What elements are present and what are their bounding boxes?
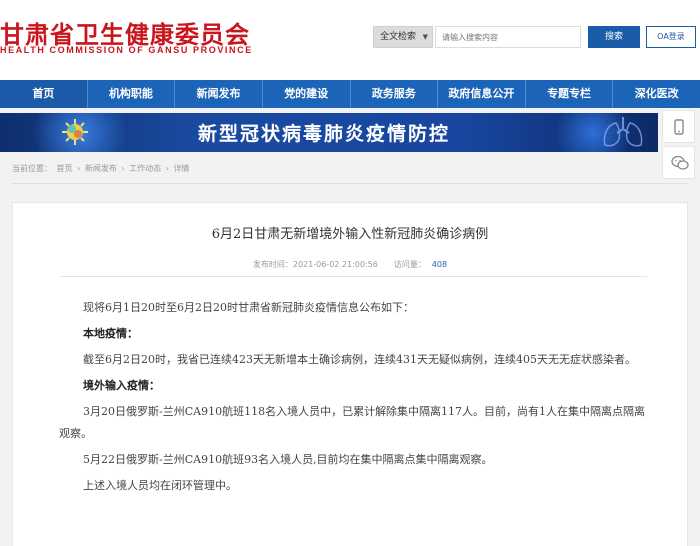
nav-item-news[interactable]: 新闻发布 bbox=[175, 80, 263, 108]
breadcrumb-separator: › bbox=[121, 164, 125, 173]
breadcrumb-separator: › bbox=[165, 164, 169, 173]
mobile-version-button[interactable] bbox=[662, 110, 695, 143]
nav-item-functions[interactable]: 机构职能 bbox=[88, 80, 176, 108]
wechat-icon bbox=[671, 155, 689, 170]
caret-down-icon: ▼ bbox=[422, 33, 428, 41]
article-paragraph: 现将6月1日20时至6月2日20时甘肃省新冠肺炎疫情信息公布如下： bbox=[83, 301, 414, 314]
article-paragraph: 上述入境人员均在闭环管理中。 bbox=[83, 479, 237, 492]
oa-login-button[interactable]: OA登录 bbox=[646, 26, 696, 48]
breadcrumb-news[interactable]: 新闻发布 bbox=[85, 164, 117, 173]
banner-title: 新型冠状病毒肺炎疫情防控 bbox=[198, 123, 451, 145]
search-scope-label: 全文检索 bbox=[380, 32, 417, 42]
nav-item-party[interactable]: 党的建设 bbox=[263, 80, 351, 108]
article-body: 现将6月1日20时至6月2日20时甘肃省新冠肺炎疫情信息公布如下： 本地疫情： … bbox=[59, 297, 649, 501]
article-paragraph: 截至6月2日20时，我省已连续423天无新增本土确诊病例，连续431天无疑似病例… bbox=[83, 353, 636, 366]
section-heading-local: 本地疫情： bbox=[83, 327, 138, 340]
publish-time-label: 发布时间： bbox=[252, 260, 293, 269]
article-title: 6月2日甘肃无新增境外输入性新冠肺炎确诊病例 bbox=[211, 227, 489, 242]
section-heading-imported: 境外输入疫情： bbox=[83, 379, 160, 392]
virus-icon bbox=[62, 119, 88, 145]
meta-divider bbox=[61, 276, 647, 277]
search-input[interactable] bbox=[435, 26, 581, 48]
nav-item-services[interactable]: 政务服务 bbox=[351, 80, 439, 108]
lungs-icon bbox=[603, 117, 643, 147]
breadcrumb-current: 详情 bbox=[173, 164, 190, 173]
breadcrumb: 当前位置： 首页 › 新闻发布 › 工作动态 › 详情 bbox=[12, 163, 191, 174]
mobile-icon bbox=[674, 119, 684, 135]
article-meta: 发布时间：2021-06-02 21:00:56 访问量： 408 bbox=[13, 259, 687, 270]
covid-banner[interactable]: 新型冠状病毒肺炎疫情防控 bbox=[0, 113, 658, 152]
nav-item-reform[interactable]: 深化医改 bbox=[613, 80, 700, 108]
search-button[interactable]: 搜索 bbox=[588, 26, 640, 48]
breadcrumb-separator: › bbox=[77, 164, 81, 173]
breadcrumb-work-updates[interactable]: 工作动态 bbox=[129, 164, 161, 173]
breadcrumb-home[interactable]: 首页 bbox=[57, 164, 73, 173]
views-count: 408 bbox=[431, 260, 448, 269]
breadcrumb-divider bbox=[12, 183, 688, 184]
search-scope-select[interactable]: 全文检索 ▼ bbox=[373, 26, 433, 48]
views-label: 访问量： bbox=[393, 260, 426, 269]
article-container: 6月2日甘肃无新增境外输入性新冠肺炎确诊病例 发布时间：2021-06-02 2… bbox=[12, 202, 688, 546]
nav-item-home[interactable]: 首页 bbox=[0, 80, 88, 108]
breadcrumb-prefix: 当前位置： bbox=[12, 164, 52, 173]
site-header: 甘肃省卫生健康委员会 HEALTH COMMISSION OF GANSU PR… bbox=[0, 0, 700, 80]
main-nav: 首页 机构职能 新闻发布 党的建设 政务服务 政府信息公开 专题专栏 深化医改 bbox=[0, 80, 700, 108]
publish-time: 2021-06-02 21:00:56 bbox=[292, 260, 378, 269]
site-logo-subtitle: HEALTH COMMISSION OF GANSU PROVINCE bbox=[0, 45, 253, 55]
article-paragraph: 3月20日俄罗斯-兰州CA910航班118名入境人员中，已累计解除集中隔离117… bbox=[59, 405, 646, 440]
nav-item-disclosure[interactable]: 政府信息公开 bbox=[438, 80, 526, 108]
nav-item-topics[interactable]: 专题专栏 bbox=[526, 80, 614, 108]
wechat-button[interactable] bbox=[662, 146, 695, 179]
article-paragraph: 5月22日俄罗斯-兰州CA910航班93名入境人员,目前均在集中隔离点集中隔离观… bbox=[83, 453, 493, 466]
